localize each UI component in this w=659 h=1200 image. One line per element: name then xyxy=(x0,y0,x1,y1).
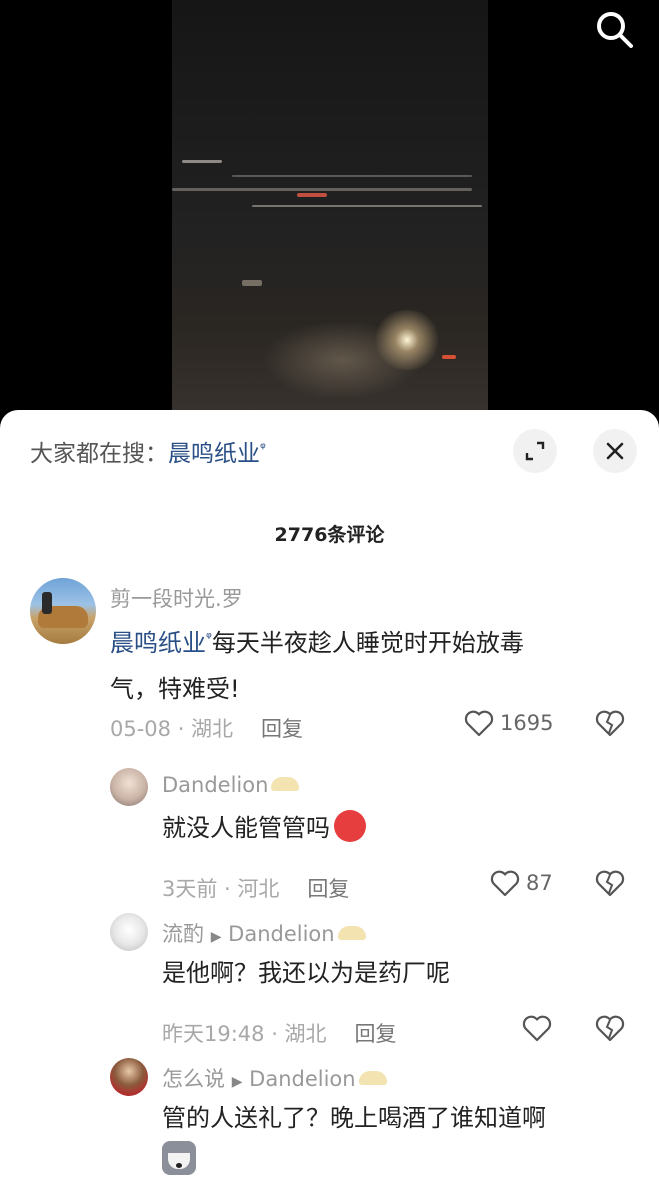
username[interactable]: 剪一段时光.罗 xyxy=(110,583,243,613)
dislike-button[interactable] xyxy=(595,709,625,741)
heart-icon xyxy=(522,1015,552,1042)
hat-emoji-icon xyxy=(358,1071,387,1085)
comments-sheet: 大家都在搜：晨鸣纸业ᵠ 2776条评论 剪一段时光.罗 晨鸣纸业ᵠ每天半夜趁人睡… xyxy=(0,410,659,1200)
like-count: 1695 xyxy=(500,711,554,735)
reply-arrow-icon: ▶ xyxy=(231,1074,243,1090)
expand-button[interactable] xyxy=(513,429,557,473)
comment-meta: 05-08 · 湖北 回复 xyxy=(110,717,304,741)
video-player[interactable] xyxy=(0,0,659,430)
like-button[interactable] xyxy=(522,1014,552,1042)
close-button[interactable] xyxy=(593,429,637,473)
avatar[interactable] xyxy=(30,578,96,644)
hot-search-bar: 大家都在搜：晨鸣纸业ᵠ xyxy=(30,434,266,468)
username[interactable]: Dandelion xyxy=(162,773,300,797)
reply-arrow-icon: ▶ xyxy=(210,929,222,945)
broken-heart-icon xyxy=(595,1015,625,1042)
dislike-button[interactable] xyxy=(595,1014,625,1046)
reply-button[interactable]: 回复 xyxy=(261,717,303,741)
hat-emoji-icon xyxy=(271,777,300,791)
search-icon[interactable] xyxy=(593,8,637,52)
angry-face-emoji xyxy=(334,810,366,842)
dislike-button[interactable] xyxy=(595,869,625,901)
avatar[interactable] xyxy=(110,913,148,951)
reply-button[interactable]: 回复 xyxy=(307,877,349,901)
expand-icon xyxy=(525,441,545,461)
mention-link[interactable]: 晨鸣纸业 xyxy=(110,629,206,657)
comment-text: 就没人能管管吗 xyxy=(162,805,366,851)
broken-heart-icon xyxy=(595,870,625,897)
username[interactable]: 流酌 ▶ Dandelion xyxy=(162,918,366,948)
comment-count: 2776条评论 xyxy=(274,524,385,546)
avatar[interactable] xyxy=(110,1058,148,1096)
husky-emoji xyxy=(162,1141,196,1175)
username[interactable]: 怎么说 ▶ Dandelion xyxy=(162,1063,387,1093)
like-count: 87 xyxy=(526,871,553,895)
broken-heart-icon xyxy=(595,710,625,737)
reply-item: 流酌 ▶ Dandelion 是他啊？我还以为是药厂呢 昨天19:48 · 湖北… xyxy=(0,910,659,1046)
reply-item: 怎么说 ▶ Dandelion 管的人送礼了？晚上喝酒了谁知道啊 xyxy=(0,1055,659,1200)
like-button[interactable]: 1695 xyxy=(464,709,553,737)
like-button[interactable]: 87 xyxy=(490,869,553,897)
heart-icon xyxy=(490,870,520,897)
avatar[interactable] xyxy=(110,768,148,806)
heart-icon xyxy=(464,710,494,737)
video-frame xyxy=(172,0,488,430)
hat-emoji-icon xyxy=(337,926,366,940)
comment-meta: 3天前 · 河北 回复 xyxy=(162,877,350,901)
hot-search-term-link[interactable]: 晨鸣纸业 xyxy=(168,441,260,467)
close-icon xyxy=(606,442,624,460)
search-small-icon: ᵠ xyxy=(260,440,266,457)
comment-text: 晨鸣纸业ᵠ每天半夜趁人睡觉时开始放毒 气，特难受! xyxy=(110,629,524,703)
reply-item: Dandelion 就没人能管管吗 3天前 · 河北 回复 87 xyxy=(0,765,659,901)
reply-button[interactable]: 回复 xyxy=(355,1022,397,1046)
comment-item: 剪一段时光.罗 晨鸣纸业ᵠ每天半夜趁人睡觉时开始放毒 气，特难受! 05-08 ·… xyxy=(0,575,659,755)
comment-text: 管的人送礼了？晚上喝酒了谁知道啊 xyxy=(162,1095,632,1190)
comment-text: 是他啊？我还以为是药厂呢 xyxy=(162,959,450,987)
hot-search-label: 大家都在搜： xyxy=(30,441,168,467)
comment-meta: 昨天19:48 · 湖北 回复 xyxy=(162,1022,397,1046)
